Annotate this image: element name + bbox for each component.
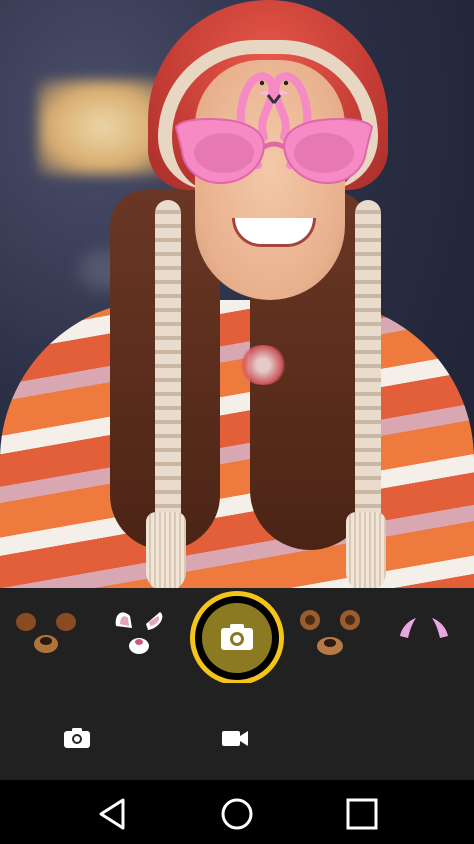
photo-mode-camera-icon[interactable] [62, 726, 92, 750]
puppy-filter-icon[interactable] [16, 606, 76, 660]
system-navigation-bar [0, 780, 474, 844]
recents-square-icon[interactable] [342, 794, 382, 834]
video-camera-icon[interactable] [220, 726, 250, 750]
capture-button[interactable] [190, 591, 284, 685]
home-circle-icon[interactable] [217, 794, 257, 834]
hat-braid-right [355, 200, 381, 560]
striped-sweater [0, 300, 474, 588]
camera-icon [221, 624, 253, 650]
camera-filter-app [0, 0, 474, 844]
bunny-filter-icon[interactable] [108, 606, 168, 660]
bear-filter-icon[interactable] [300, 606, 360, 660]
hat-tassel-left [146, 512, 186, 588]
mode-selector [0, 683, 474, 780]
horns-filter-icon[interactable] [394, 606, 454, 660]
hat-tassel-right [346, 512, 386, 588]
capture-button-fill [202, 603, 272, 673]
flamingo-glasses-filter [174, 72, 374, 185]
back-triangle-icon[interactable] [93, 794, 133, 834]
camera-preview[interactable] [0, 0, 474, 588]
necklace [238, 345, 288, 385]
hat-braid-left [155, 200, 181, 560]
